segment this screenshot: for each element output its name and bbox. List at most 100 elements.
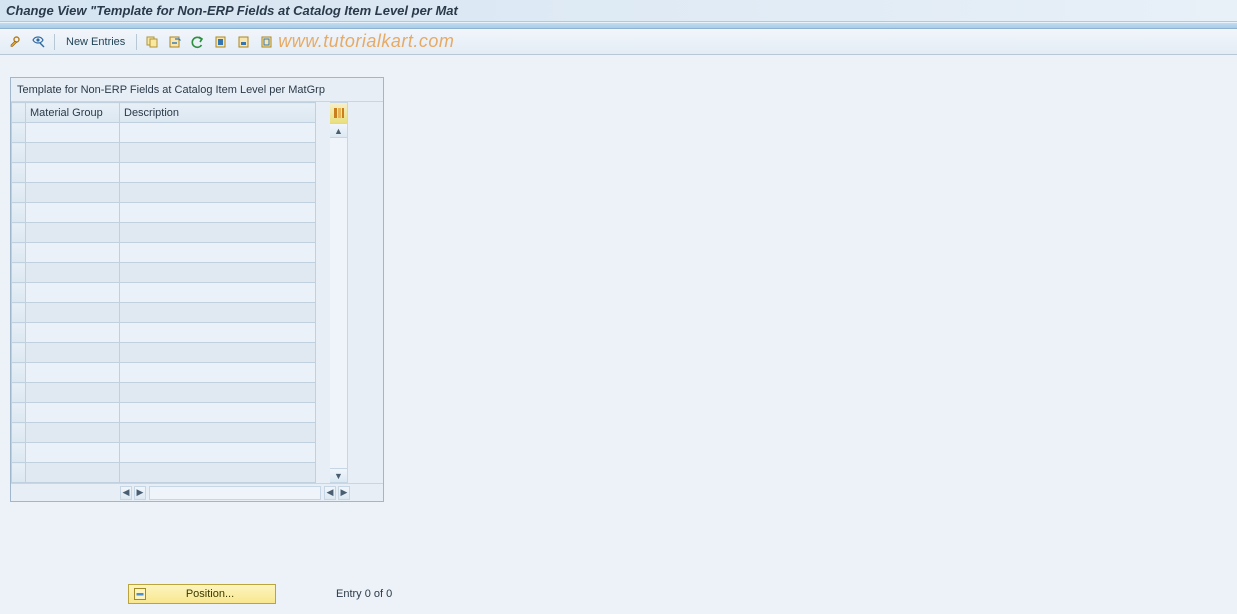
row-selector[interactable] bbox=[12, 143, 26, 163]
row-selector[interactable] bbox=[12, 183, 26, 203]
cell-description[interactable] bbox=[120, 343, 316, 363]
row-selector[interactable] bbox=[12, 323, 26, 343]
new-entries-button[interactable]: New Entries bbox=[60, 32, 131, 52]
scroll-down-icon[interactable]: ▼ bbox=[330, 468, 347, 482]
select-block-icon[interactable] bbox=[234, 32, 254, 52]
cell-description[interactable] bbox=[120, 423, 316, 443]
cell-description[interactable] bbox=[120, 303, 316, 323]
hscroll-spacer-right bbox=[351, 484, 383, 501]
row-selector[interactable] bbox=[12, 123, 26, 143]
table-row[interactable] bbox=[12, 123, 316, 143]
deselect-all-icon[interactable] bbox=[257, 32, 277, 52]
table-row[interactable] bbox=[12, 383, 316, 403]
select-all-icon[interactable] bbox=[211, 32, 231, 52]
cell-material-group[interactable] bbox=[26, 163, 120, 183]
cell-description[interactable] bbox=[120, 223, 316, 243]
watermark-text: www.tutorialkart.com bbox=[278, 31, 454, 52]
table-row[interactable] bbox=[12, 423, 316, 443]
cell-material-group[interactable] bbox=[26, 403, 120, 423]
cell-material-group[interactable] bbox=[26, 303, 120, 323]
table-row[interactable] bbox=[12, 443, 316, 463]
cell-description[interactable] bbox=[120, 143, 316, 163]
row-selector[interactable] bbox=[12, 423, 26, 443]
cell-material-group[interactable] bbox=[26, 203, 120, 223]
toggle-display-change-icon[interactable] bbox=[6, 32, 26, 52]
cell-material-group[interactable] bbox=[26, 183, 120, 203]
cell-material-group[interactable] bbox=[26, 263, 120, 283]
table-row[interactable] bbox=[12, 323, 316, 343]
hscroll-track[interactable] bbox=[149, 486, 321, 500]
row-selector[interactable] bbox=[12, 383, 26, 403]
cell-material-group[interactable] bbox=[26, 383, 120, 403]
scroll-right-icon[interactable]: ▶ bbox=[338, 486, 350, 500]
cell-description[interactable] bbox=[120, 363, 316, 383]
table-row[interactable] bbox=[12, 243, 316, 263]
entry-count-text: Entry 0 of 0 bbox=[336, 588, 392, 600]
undo-change-icon[interactable] bbox=[188, 32, 208, 52]
cell-material-group[interactable] bbox=[26, 423, 120, 443]
row-selector[interactable] bbox=[12, 343, 26, 363]
cell-material-group[interactable] bbox=[26, 323, 120, 343]
cell-description[interactable] bbox=[120, 123, 316, 143]
cell-material-group[interactable] bbox=[26, 123, 120, 143]
cell-material-group[interactable] bbox=[26, 243, 120, 263]
row-selector[interactable] bbox=[12, 263, 26, 283]
table-row[interactable] bbox=[12, 303, 316, 323]
row-selector[interactable] bbox=[12, 363, 26, 383]
cell-description[interactable] bbox=[120, 403, 316, 423]
scroll-right-inner-icon[interactable]: ▶ bbox=[134, 486, 146, 500]
cell-description[interactable] bbox=[120, 443, 316, 463]
cell-material-group[interactable] bbox=[26, 143, 120, 163]
row-selector[interactable] bbox=[12, 443, 26, 463]
position-button-label: Position... bbox=[153, 588, 267, 600]
scroll-left-inner-icon[interactable]: ◀ bbox=[324, 486, 336, 500]
cell-material-group[interactable] bbox=[26, 363, 120, 383]
scroll-up-icon[interactable]: ▲ bbox=[330, 124, 347, 138]
table-row[interactable] bbox=[12, 223, 316, 243]
row-selector[interactable] bbox=[12, 163, 26, 183]
cell-description[interactable] bbox=[120, 463, 316, 483]
table-row[interactable] bbox=[12, 403, 316, 423]
row-selector[interactable] bbox=[12, 203, 26, 223]
table-settings-icon[interactable] bbox=[330, 102, 348, 124]
cell-description[interactable] bbox=[120, 203, 316, 223]
horizontal-scrollbar[interactable]: ◀ ▶ ◀ ▶ bbox=[119, 484, 351, 501]
select-all-corner[interactable] bbox=[12, 103, 26, 123]
cell-description[interactable] bbox=[120, 323, 316, 343]
cell-description[interactable] bbox=[120, 163, 316, 183]
find-icon[interactable] bbox=[29, 32, 49, 52]
cell-description[interactable] bbox=[120, 183, 316, 203]
cell-description[interactable] bbox=[120, 383, 316, 403]
row-selector[interactable] bbox=[12, 283, 26, 303]
table-row[interactable] bbox=[12, 343, 316, 363]
table-row[interactable] bbox=[12, 203, 316, 223]
cell-material-group[interactable] bbox=[26, 223, 120, 243]
delete-icon[interactable] bbox=[165, 32, 185, 52]
cell-material-group[interactable] bbox=[26, 463, 120, 483]
row-selector[interactable] bbox=[12, 223, 26, 243]
table-row[interactable] bbox=[12, 463, 316, 483]
cell-description[interactable] bbox=[120, 263, 316, 283]
table-row[interactable] bbox=[12, 163, 316, 183]
column-header-description[interactable]: Description bbox=[120, 103, 316, 123]
table-row[interactable] bbox=[12, 363, 316, 383]
row-selector[interactable] bbox=[12, 303, 26, 323]
cell-description[interactable] bbox=[120, 243, 316, 263]
row-selector[interactable] bbox=[12, 243, 26, 263]
cell-material-group[interactable] bbox=[26, 343, 120, 363]
row-selector[interactable] bbox=[12, 463, 26, 483]
scroll-left-icon[interactable]: ◀ bbox=[120, 486, 132, 500]
cell-material-group[interactable] bbox=[26, 283, 120, 303]
table-row[interactable] bbox=[12, 283, 316, 303]
data-grid[interactable]: Material Group Description bbox=[11, 102, 316, 483]
table-row[interactable] bbox=[12, 183, 316, 203]
column-header-material-group[interactable]: Material Group bbox=[26, 103, 120, 123]
position-button[interactable]: Position... bbox=[128, 584, 276, 604]
table-row[interactable] bbox=[12, 143, 316, 163]
cell-material-group[interactable] bbox=[26, 443, 120, 463]
cell-description[interactable] bbox=[120, 283, 316, 303]
copy-as-icon[interactable] bbox=[142, 32, 162, 52]
row-selector[interactable] bbox=[12, 403, 26, 423]
vertical-scrollbar[interactable]: ▲ ▼ bbox=[330, 124, 348, 483]
table-row[interactable] bbox=[12, 263, 316, 283]
